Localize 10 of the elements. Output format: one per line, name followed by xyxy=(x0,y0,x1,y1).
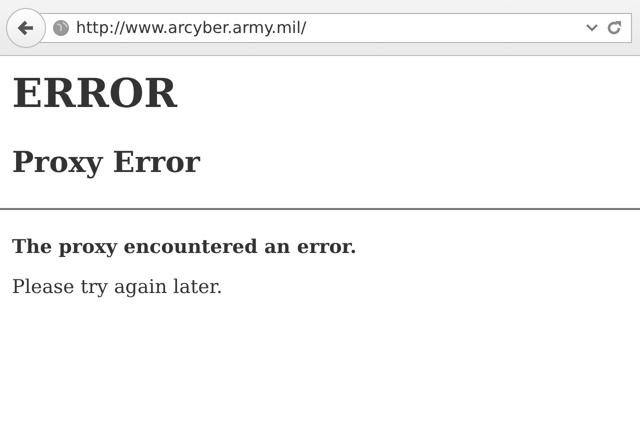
dropdown-caret-icon[interactable] xyxy=(585,22,599,32)
address-bar[interactable]: http://www.arcyber.army.mil/ xyxy=(40,12,632,42)
error-heading: ERROR xyxy=(12,70,178,118)
url-text: http://www.arcyber.army.mil/ xyxy=(76,18,308,37)
back-button[interactable] xyxy=(6,8,46,48)
proxy-error-heading: Proxy Error xyxy=(12,144,202,180)
globe-icon xyxy=(52,18,70,36)
error-message: The proxy encountered an error. xyxy=(12,236,358,258)
retry-note: Please try again later. xyxy=(12,276,224,298)
reload-icon[interactable] xyxy=(605,18,623,36)
